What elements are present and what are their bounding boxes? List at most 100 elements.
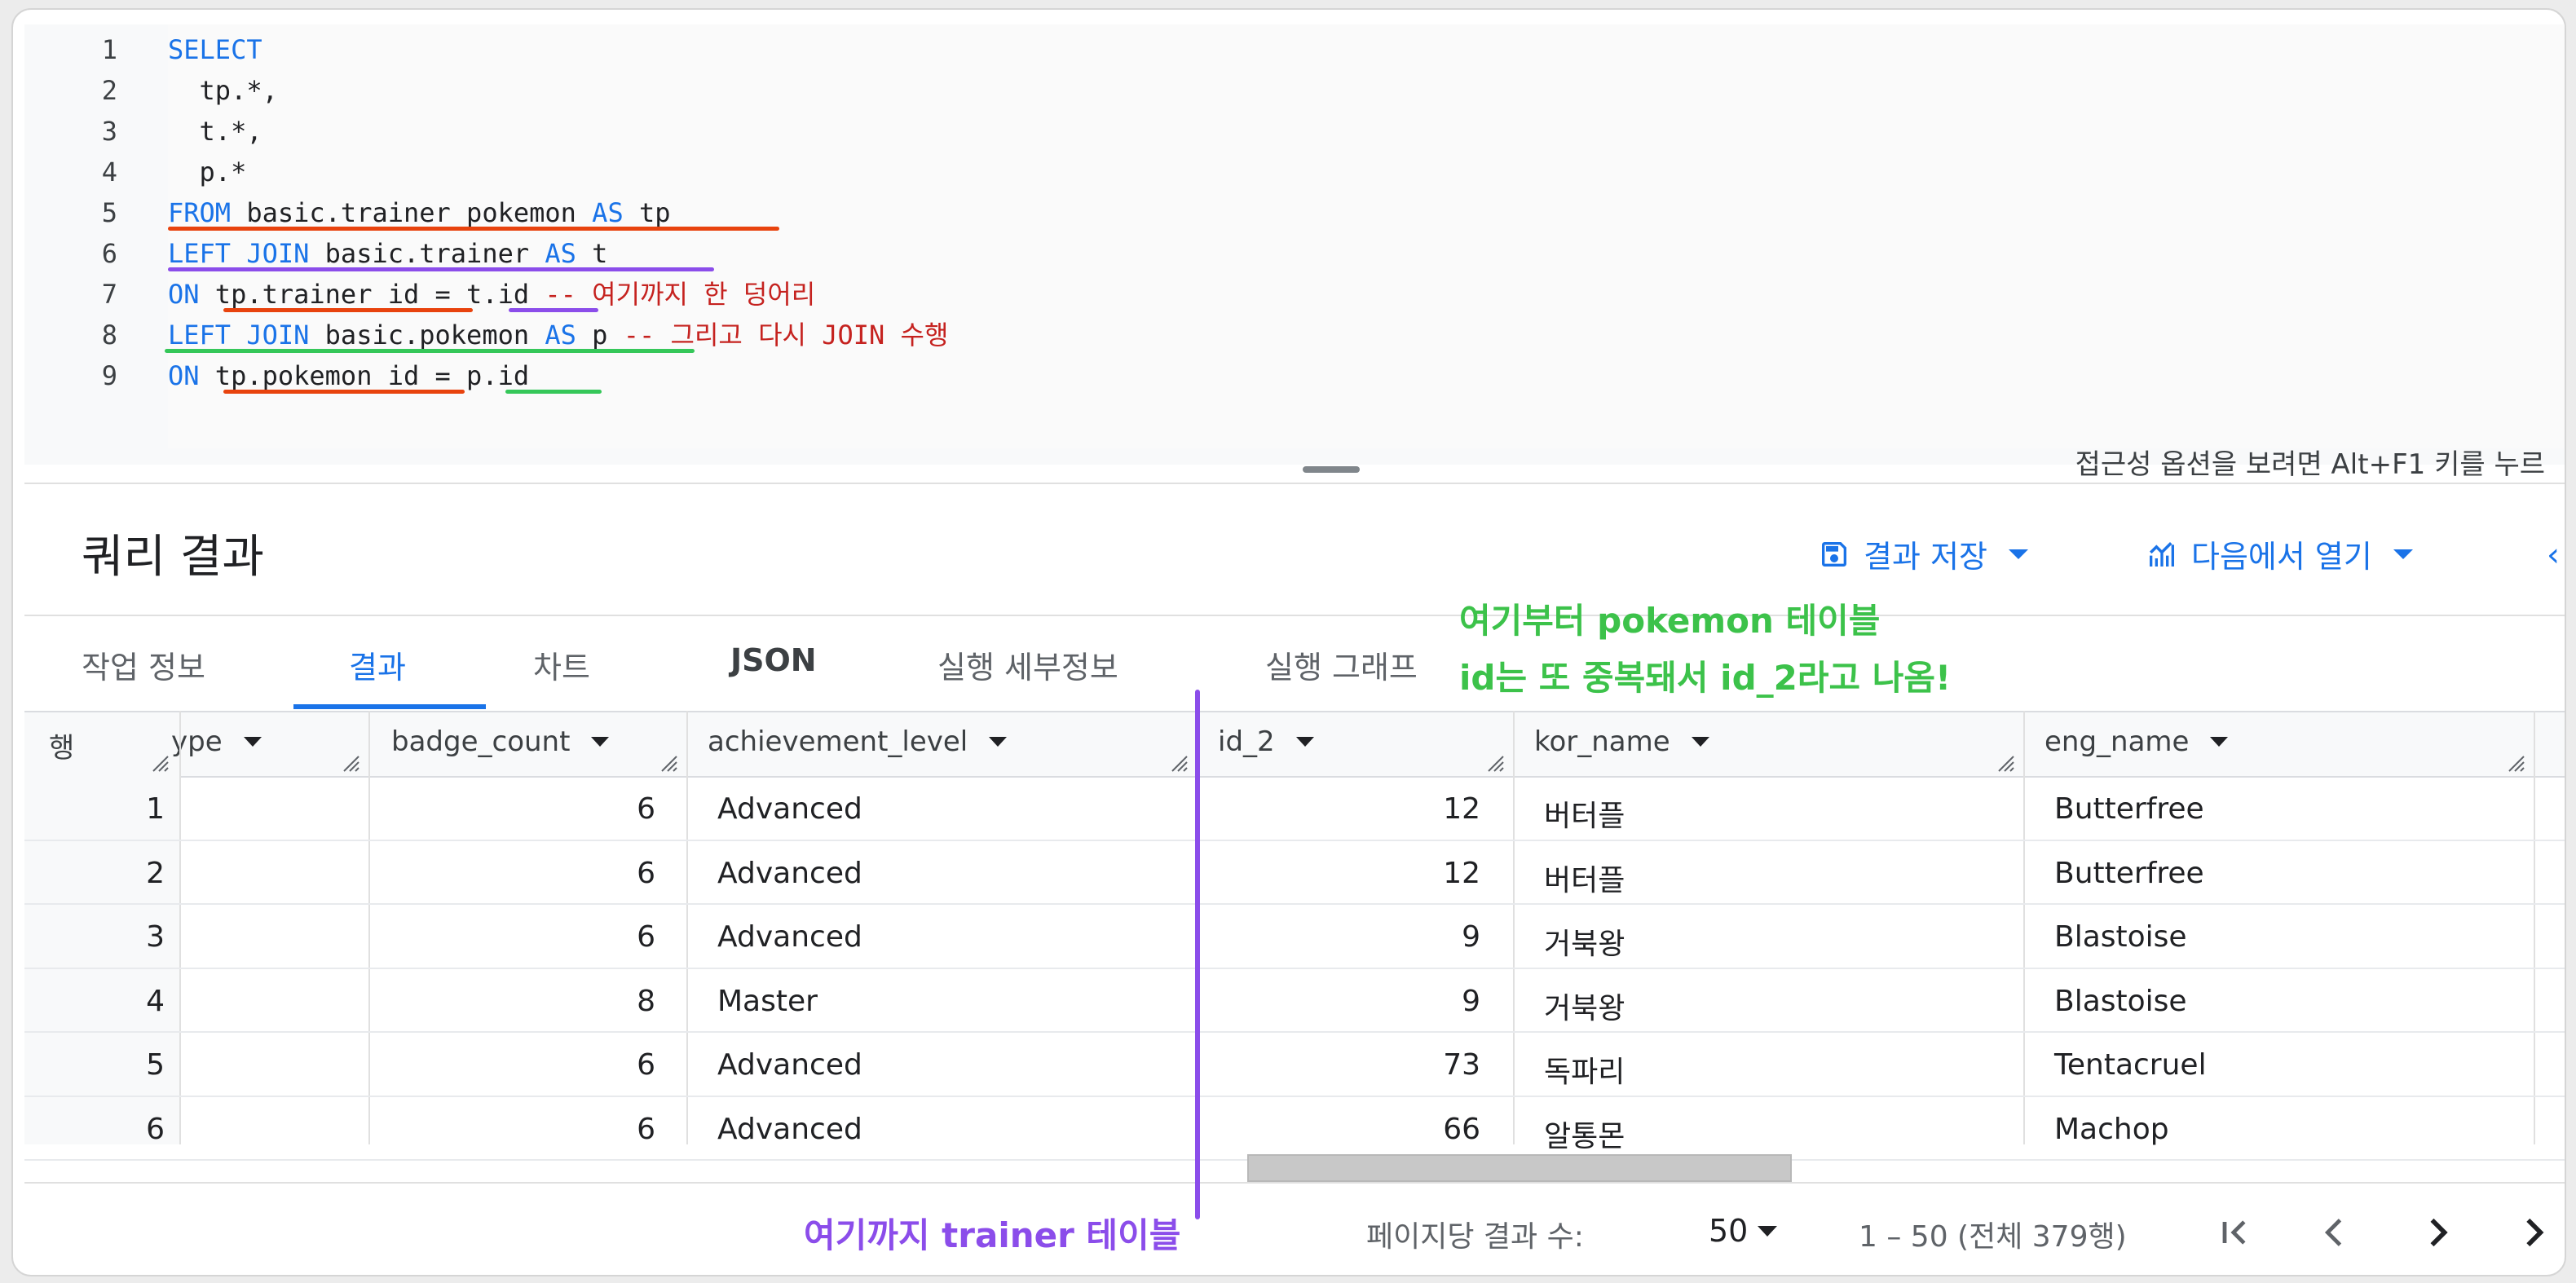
row-divider: [24, 1095, 2565, 1097]
per-page-select[interactable]: 50: [1709, 1213, 1778, 1249]
cell-eng-name: Butterfree: [2054, 792, 2204, 826]
sql-keyword: ON: [168, 279, 200, 310]
cell-achievement-level: Advanced: [717, 792, 862, 826]
first-page-icon: [2222, 1220, 2246, 1245]
cell-badge-count: 6: [637, 792, 655, 826]
cell-badge-count: 6: [637, 1112, 655, 1146]
prev-page-icon: [2324, 1219, 2342, 1246]
cell-id-2: 12: [1443, 856, 1480, 890]
cell-achievement-level: Advanced: [717, 1112, 862, 1146]
row-divider: [24, 1031, 2565, 1033]
cell-id-2: 73: [1443, 1048, 1480, 1082]
row-number-column: [24, 776, 181, 1144]
first-page-button[interactable]: [2211, 1208, 2260, 1257]
sql-keyword: ON: [168, 360, 200, 391]
last-page-icon: [2526, 1218, 2544, 1247]
cell-id-2: 9: [1462, 920, 1480, 954]
cell-eng-name: Tentacruel: [2054, 1048, 2207, 1082]
per-page-label: 페이지당 결과 수:: [1366, 1220, 1584, 1254]
underline-tp-pokemon-id: [223, 390, 465, 394]
tab-json[interactable]: JSON: [730, 642, 817, 678]
column-header-achievement-level[interactable]: achievement_level: [708, 725, 1008, 758]
column-label: id_2: [1218, 725, 1275, 758]
column-divider: [179, 711, 181, 1144]
sort-menu-icon[interactable]: [1295, 737, 1314, 747]
column-resize-grip[interactable]: [660, 755, 678, 773]
annotation-divider-line: [1195, 690, 1200, 1219]
sql-keyword: SELECT: [168, 34, 262, 65]
sql-keyword: FROM: [168, 197, 232, 228]
sort-menu-icon[interactable]: [243, 737, 262, 747]
row-divider: [24, 903, 2565, 905]
editor-resize-handle[interactable]: [1303, 466, 1360, 473]
column-header-ype[interactable]: ype: [171, 725, 262, 758]
column-divider: [2023, 711, 2025, 1144]
column-label: eng_name: [2044, 725, 2190, 758]
cell-kor-name: 알통몬: [1544, 1119, 1625, 1153]
sort-menu-icon[interactable]: [591, 737, 610, 747]
chevron-down-icon: [2393, 549, 2413, 559]
sql-keyword: LEFT JOIN: [168, 238, 310, 269]
sql-token: tp.pokemon_id = p.id: [199, 360, 530, 391]
last-page-button[interactable]: [2511, 1208, 2560, 1257]
cell-badge-count: 8: [637, 984, 655, 1018]
underline-tp-trainer-id: [223, 308, 473, 312]
code-line: p.*: [168, 152, 247, 192]
column-resize-grip[interactable]: [152, 755, 170, 773]
sort-menu-icon[interactable]: [1691, 737, 1709, 747]
underline-p-id: [505, 390, 602, 394]
column-resize-grip[interactable]: [1997, 755, 2015, 773]
sql-token: p: [576, 320, 624, 351]
cell-kor-name: 거북왕: [1544, 991, 1625, 1025]
annotation-pokemon-start: 여기부터 pokemon 테이블: [1459, 601, 1881, 641]
line-number: 8: [101, 320, 117, 351]
next-page-button[interactable]: [2413, 1208, 2462, 1257]
column-resize-grip[interactable]: [1171, 755, 1189, 773]
refresh-icon[interactable]: ‹: [2547, 536, 2560, 574]
cell-id-2: 66: [1443, 1112, 1480, 1146]
column-header-badge-count[interactable]: badge_count: [391, 725, 610, 758]
tab-execution-graph[interactable]: 실행 그래프: [1265, 642, 1418, 687]
tab-execution-details[interactable]: 실행 세부정보: [937, 642, 1118, 687]
tab-chart[interactable]: 차트: [533, 642, 590, 687]
column-resize-grip[interactable]: [2508, 755, 2525, 773]
cell-badge-count: 6: [637, 920, 655, 954]
column-header-kor-name[interactable]: kor_name: [1534, 725, 1709, 758]
horizontal-scrollbar[interactable]: [1247, 1154, 1792, 1182]
row-number: 5: [146, 1048, 165, 1082]
sort-menu-icon[interactable]: [989, 737, 1008, 747]
editor-divider: [24, 483, 2565, 484]
sql-keyword: LEFT JOIN: [168, 320, 310, 351]
sql-token: t: [576, 238, 608, 269]
cell-eng-name: Blastoise: [2054, 920, 2187, 954]
column-resize-grip[interactable]: [1487, 755, 1505, 773]
tab-results[interactable]: 결과: [349, 642, 406, 687]
column-header-eng-name[interactable]: eng_name: [2044, 725, 2229, 758]
cell-id-2: 9: [1462, 984, 1480, 1018]
sql-comment: -- 그리고 다시 JOIN 수행: [623, 320, 949, 351]
open-in-button[interactable]: 다음에서 열기: [2146, 531, 2413, 576]
line-number: 7: [101, 279, 117, 310]
column-resize-grip[interactable]: [342, 755, 360, 773]
column-divider: [2534, 711, 2535, 1144]
sql-comment: -- 여기까지 한 덩어리: [545, 279, 816, 310]
cell-eng-name: Blastoise: [2054, 984, 2187, 1018]
column-header-id-2[interactable]: id_2: [1218, 725, 1314, 758]
prev-page-button[interactable]: [2310, 1208, 2359, 1257]
save-results-button[interactable]: 결과 저장: [1818, 531, 2028, 576]
row-number-header: 행: [49, 732, 75, 765]
row-number: 1: [146, 792, 165, 826]
save-icon: [1822, 541, 1846, 567]
per-page-value: 50: [1709, 1213, 1749, 1249]
cell-achievement-level: Advanced: [717, 856, 862, 890]
cell-badge-count: 6: [637, 1048, 655, 1082]
sort-menu-icon[interactable]: [2210, 737, 2229, 747]
tab-job-info[interactable]: 작업 정보: [82, 642, 205, 687]
annotation-id-duplicate: id는 또 중복돼서 id_2라고 나옴!: [1459, 658, 1952, 698]
app-window: SELECT tp.*, t.*, p.* FROM basic.trainer_…: [11, 8, 2566, 1276]
column-divider: [1513, 711, 1515, 1144]
column-label: achievement_level: [708, 725, 968, 758]
tabs-top-divider: [24, 615, 2565, 616]
line-number: 2: [101, 75, 117, 106]
cell-achievement-level: Master: [717, 984, 818, 1018]
